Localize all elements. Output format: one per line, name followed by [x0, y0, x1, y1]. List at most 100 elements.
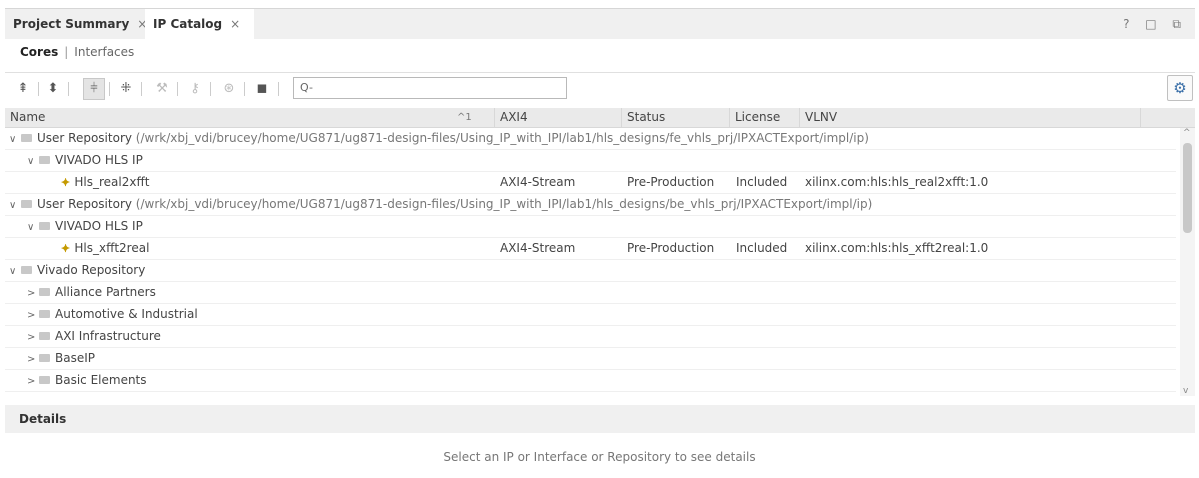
toolbar-divider — [244, 82, 245, 96]
table-row[interactable]: > Automotive & Industrial — [5, 303, 1176, 326]
toolbar-divider — [278, 82, 279, 96]
column-name-label: Name — [10, 110, 46, 124]
collapse-all-icon[interactable]: ⇞ — [13, 79, 33, 99]
chevron-down-icon[interactable]: ∨ — [9, 129, 21, 151]
row-label: AXI Infrastructure — [55, 329, 161, 343]
table-row[interactable]: ∨ VIVADO HLS IP — [5, 215, 1176, 238]
details-panel-header: Details — [5, 405, 1195, 433]
row-label: Hls_real2xfft — [74, 175, 150, 189]
folder-icon — [21, 133, 32, 142]
folder-icon — [39, 221, 50, 230]
toolbar-divider — [68, 82, 69, 96]
table-row[interactable]: ∨ User Repository (/wrk/xbj_vdi/brucey/ho… — [5, 127, 1176, 150]
chevron-down-icon[interactable]: ∨ — [27, 217, 39, 239]
tab-project-summary[interactable]: Project Summary × — [13, 9, 147, 39]
row-label: BaseIP — [55, 351, 95, 365]
close-icon[interactable]: × — [230, 17, 240, 31]
cell-status: Pre-Production — [627, 241, 715, 255]
cell-license: Included — [736, 175, 788, 189]
subtab-interfaces[interactable]: Interfaces — [74, 45, 134, 59]
scroll-thumb[interactable] — [1183, 143, 1192, 233]
details-message: Select an IP or Interface or Repository … — [443, 450, 756, 464]
toolbar-divider — [38, 82, 39, 96]
toolbar-divider — [177, 82, 178, 96]
table-row[interactable]: > AXI Infrastructure — [5, 325, 1176, 348]
gear-icon[interactable]: ⚙ — [1167, 75, 1193, 101]
row-label: VIVADO HLS IP — [55, 219, 143, 233]
row-label: Automotive & Industrial — [55, 307, 198, 321]
subtab-cores[interactable]: Cores — [20, 45, 58, 59]
table-row[interactable]: ∨ User Repository (/wrk/xbj_vdi/brucey/ho… — [5, 193, 1176, 216]
folder-icon — [39, 375, 50, 384]
row-label: VIVADO HLS IP — [55, 153, 143, 167]
toolbar-divider — [141, 82, 142, 96]
chevron-right-icon[interactable]: > — [27, 305, 39, 327]
row-label: User Repository — [37, 197, 132, 211]
scroll-down-icon[interactable]: v — [1183, 386, 1188, 396]
key-icon[interactable]: ⚷ — [185, 79, 205, 99]
ip-core-icon: ⯌ — [61, 175, 71, 189]
scroll-up-icon[interactable]: ^ — [1183, 128, 1191, 138]
row-label: Basic Elements — [55, 373, 147, 387]
table-row[interactable]: ⯌ Hls_real2xfft AXI4-Stream Pre-Productio… — [5, 171, 1176, 194]
tab-ip-catalog-label: IP Catalog — [153, 17, 223, 31]
folder-icon — [21, 199, 32, 208]
ip-core-icon: ⯌ — [61, 241, 71, 255]
table-row[interactable]: ∨ VIVADO HLS IP — [5, 149, 1176, 172]
column-vlnv[interactable]: VLNV — [800, 108, 1141, 127]
table-row[interactable]: ∨ Vivado Repository — [5, 259, 1176, 282]
sort-indicator-icon: ^1 — [457, 112, 472, 123]
table-row[interactable]: > Basic Elements — [5, 369, 1176, 392]
search-input[interactable]: Q- — [293, 77, 567, 99]
cell-status: Pre-Production — [627, 175, 715, 189]
column-name[interactable]: Name ^1 — [5, 108, 495, 127]
folder-icon — [21, 265, 32, 274]
ip-table: Name ^1 AXI4 Status License VLNV ∨ User R… — [5, 108, 1195, 396]
cell-vlnv: xilinx.com:hls:hls_xfft2real:1.0 — [805, 241, 989, 255]
chevron-down-icon[interactable]: ∨ — [9, 261, 21, 283]
group-by-icon[interactable]: ⁜ — [116, 79, 136, 99]
toolbar: ⇞ ⬍ ⫩ ⁜ ⚒ ⚷ ⊛ ◼ Q- ⚙ — [5, 72, 1195, 105]
row-label: Alliance Partners — [55, 285, 156, 299]
toolbar-divider — [210, 82, 211, 96]
row-label: Vivado Repository — [37, 263, 146, 277]
subtab-separator: | — [64, 45, 69, 59]
wrench-icon[interactable]: ⚒ — [152, 79, 172, 99]
block-icon[interactable]: ◼ — [252, 79, 272, 99]
repository-path: (/wrk/xbj_vdi/brucey/home/UG871/ug871-de… — [131, 197, 873, 211]
column-axi4[interactable]: AXI4 — [495, 108, 622, 127]
chevron-down-icon[interactable]: ∨ — [9, 195, 21, 217]
flatten-hierarchy-icon[interactable]: ⫩ — [83, 78, 105, 100]
chevron-down-icon[interactable]: ∨ — [27, 151, 39, 173]
window-controls[interactable]: ? □ ⧉ — [1123, 17, 1187, 32]
chevron-right-icon[interactable]: > — [27, 327, 39, 349]
cell-license: Included — [736, 241, 788, 255]
folder-icon — [39, 309, 50, 318]
table-row[interactable]: > BaseIP — [5, 347, 1176, 370]
cell-vlnv: xilinx.com:hls:hls_real2xfft:1.0 — [805, 175, 989, 189]
tab-ip-catalog[interactable]: IP Catalog × — [145, 9, 255, 39]
details-title: Details — [19, 412, 67, 426]
folder-icon — [39, 155, 50, 164]
folder-icon — [39, 331, 50, 340]
expand-all-icon[interactable]: ⬍ — [43, 79, 63, 99]
catalog-subtabs: Cores | Interfaces — [20, 45, 134, 59]
chevron-right-icon[interactable]: > — [27, 371, 39, 393]
repository-path: (/wrk/xbj_vdi/brucey/home/UG871/ug871-de… — [131, 131, 869, 145]
cell-axi4: AXI4-Stream — [500, 241, 576, 255]
chip-icon[interactable]: ⊛ — [219, 79, 239, 99]
table-header: Name ^1 AXI4 Status License VLNV — [5, 108, 1195, 128]
folder-icon — [39, 353, 50, 362]
tab-project-summary-label: Project Summary — [13, 17, 130, 31]
toolbar-divider — [109, 82, 110, 96]
column-status[interactable]: Status — [622, 108, 730, 127]
table-row[interactable]: ⯌ Hls_xfft2real AXI4-Stream Pre-Productio… — [5, 237, 1176, 260]
tab-bar: Project Summary × IP Catalog × ? □ ⧉ — [5, 8, 1195, 39]
chevron-right-icon[interactable]: > — [27, 283, 39, 305]
vertical-scrollbar[interactable]: ^ v — [1180, 128, 1195, 396]
chevron-right-icon[interactable]: > — [27, 349, 39, 371]
row-label: User Repository — [37, 131, 132, 145]
column-license[interactable]: License — [730, 108, 800, 127]
table-row[interactable]: > Alliance Partners — [5, 281, 1176, 304]
row-label: Hls_xfft2real — [74, 241, 150, 255]
